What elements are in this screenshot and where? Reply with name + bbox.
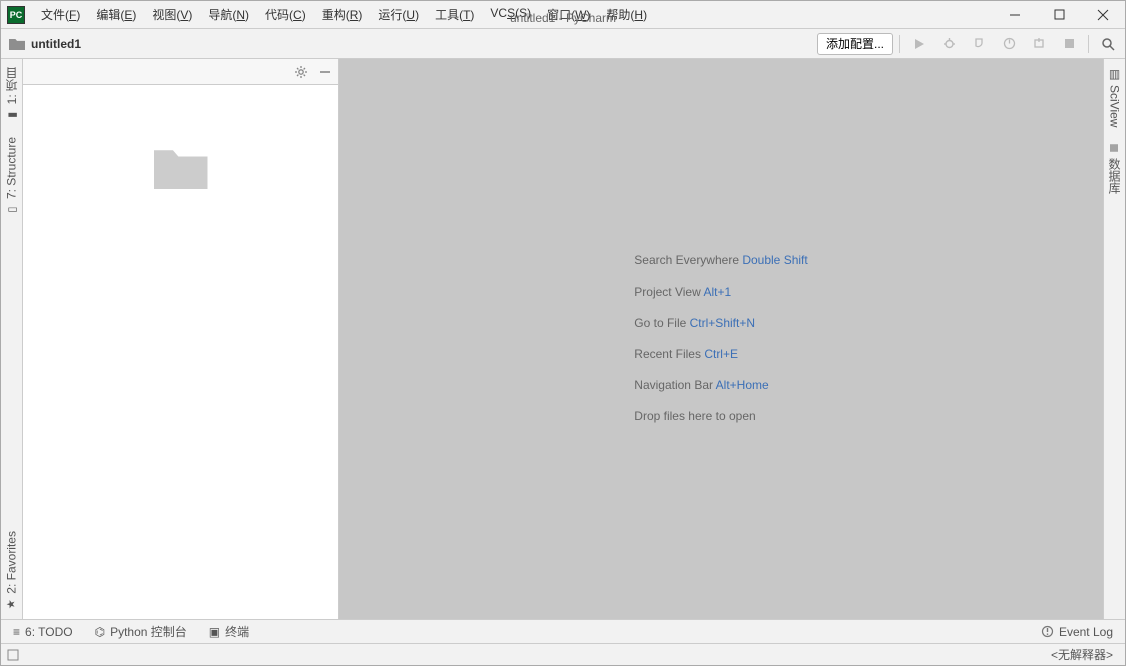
- editor-hint-row: Drop files here to open: [634, 401, 807, 432]
- hint-shortcut: Alt+1: [703, 285, 731, 299]
- interpreter-status[interactable]: <无解释器>: [1051, 646, 1119, 663]
- menu-u[interactable]: 运行(U): [370, 2, 427, 27]
- minimize-button[interactable]: [993, 1, 1037, 28]
- right-tool-rail: ▥SciView ≣数据库: [1103, 59, 1125, 619]
- hint-text: Go to File: [634, 316, 689, 330]
- event-log-icon: [1041, 625, 1054, 638]
- python-console-button[interactable]: ⌬ Python 控制台: [91, 621, 191, 642]
- terminal-button[interactable]: ▣ 终端: [205, 621, 253, 642]
- rail-favorites-label: 2: Favorites: [5, 531, 19, 594]
- rail-database-label: 数据库: [1106, 158, 1123, 194]
- menu-e[interactable]: 编辑(E): [88, 2, 144, 27]
- rail-structure[interactable]: ▯7: Structure: [1, 129, 22, 224]
- project-panel-body[interactable]: [23, 85, 338, 619]
- status-indicator-icon[interactable]: [7, 649, 19, 661]
- app-icon: PC: [7, 6, 25, 24]
- main-body: ▮1: 项目 ▯7: Structure ★2: Favorites Searc…: [1, 59, 1125, 619]
- hint-text: Drop files here to open: [634, 409, 755, 423]
- separator: [1088, 35, 1089, 53]
- bottom-tool-bar: ≡ 6: TODO ⌬ Python 控制台 ▣ 终端 Event Log: [1, 619, 1125, 643]
- rail-favorites[interactable]: ★2: Favorites: [1, 523, 22, 619]
- rail-spacer: [1, 224, 22, 523]
- rail-sciview-label: SciView: [1108, 85, 1122, 127]
- terminal-icon: ▣: [209, 625, 220, 639]
- editor-hints: Search Everywhere Double ShiftProject Vi…: [634, 245, 807, 432]
- editor-hint-row: Navigation Bar Alt+Home: [634, 370, 807, 401]
- hint-shortcut: Ctrl+Shift+N: [690, 316, 755, 330]
- debug-icon[interactable]: [936, 33, 962, 55]
- gear-icon[interactable]: [294, 65, 308, 79]
- rail-structure-label: 7: Structure: [5, 137, 19, 199]
- separator: [899, 35, 900, 53]
- event-log-button[interactable]: Event Log: [1037, 623, 1117, 641]
- todo-label: 6: TODO: [25, 625, 73, 639]
- window-title: untitled1 - PyCharm: [510, 11, 616, 25]
- python-icon: ⌬: [95, 625, 105, 639]
- menu-r[interactable]: 重构(R): [314, 2, 371, 27]
- event-log-label: Event Log: [1059, 625, 1113, 639]
- rail-database[interactable]: ≣数据库: [1104, 135, 1125, 201]
- breadcrumb-project[interactable]: untitled1: [31, 37, 81, 51]
- search-icon[interactable]: [1095, 33, 1121, 55]
- project-panel-header: [23, 59, 338, 85]
- hint-text: Project View: [634, 285, 703, 299]
- terminal-label: 终端: [225, 623, 249, 640]
- rail-sciview[interactable]: ▥SciView: [1104, 59, 1125, 135]
- editor-empty-area[interactable]: Search Everywhere Double ShiftProject Vi…: [339, 59, 1103, 619]
- hint-text: Search Everywhere: [634, 253, 742, 267]
- stop-icon[interactable]: [1056, 33, 1082, 55]
- maximize-button[interactable]: [1037, 1, 1081, 28]
- hint-shortcut: Alt+Home: [716, 378, 769, 392]
- attach-icon[interactable]: [1026, 33, 1052, 55]
- editor-hint-row: Search Everywhere Double Shift: [634, 245, 807, 276]
- nav-bar: untitled1 添加配置...: [1, 29, 1125, 59]
- hint-text: Navigation Bar: [634, 378, 715, 392]
- window-controls: [993, 1, 1125, 28]
- title-bar: PC 文件(F)编辑(E)视图(V)导航(N)代码(C)重构(R)运行(U)工具…: [1, 1, 1125, 29]
- rail-project-label: 1: 项目: [3, 67, 20, 104]
- left-tool-rail: ▮1: 项目 ▯7: Structure ★2: Favorites: [1, 59, 23, 619]
- project-tool-window: [23, 59, 339, 619]
- todo-tool-button[interactable]: ≡ 6: TODO: [9, 623, 77, 641]
- menu-c[interactable]: 代码(C): [257, 2, 314, 27]
- hint-text: Recent Files: [634, 347, 704, 361]
- editor-hint-row: Recent Files Ctrl+E: [634, 339, 807, 370]
- menu-v[interactable]: 视图(V): [144, 2, 200, 27]
- coverage-icon[interactable]: [966, 33, 992, 55]
- folder-large-icon: [154, 145, 208, 189]
- add-configuration-button[interactable]: 添加配置...: [817, 33, 893, 55]
- python-console-label: Python 控制台: [110, 623, 187, 640]
- editor-hint-row: Project View Alt+1: [634, 277, 807, 308]
- hide-panel-icon[interactable]: [318, 65, 332, 79]
- status-bar: <无解释器>: [1, 643, 1125, 665]
- menu-f[interactable]: 文件(F): [33, 2, 88, 27]
- rail-project[interactable]: ▮1: 项目: [1, 59, 22, 129]
- close-button[interactable]: [1081, 1, 1125, 28]
- run-icon[interactable]: [906, 33, 932, 55]
- hint-shortcut: Ctrl+E: [704, 347, 738, 361]
- list-icon: ≡: [13, 625, 20, 639]
- menu-t[interactable]: 工具(T): [427, 2, 482, 27]
- editor-hint-row: Go to File Ctrl+Shift+N: [634, 308, 807, 339]
- folder-icon: [9, 37, 25, 50]
- profile-icon[interactable]: [996, 33, 1022, 55]
- menu-n[interactable]: 导航(N): [200, 2, 257, 27]
- hint-shortcut: Double Shift: [742, 253, 807, 267]
